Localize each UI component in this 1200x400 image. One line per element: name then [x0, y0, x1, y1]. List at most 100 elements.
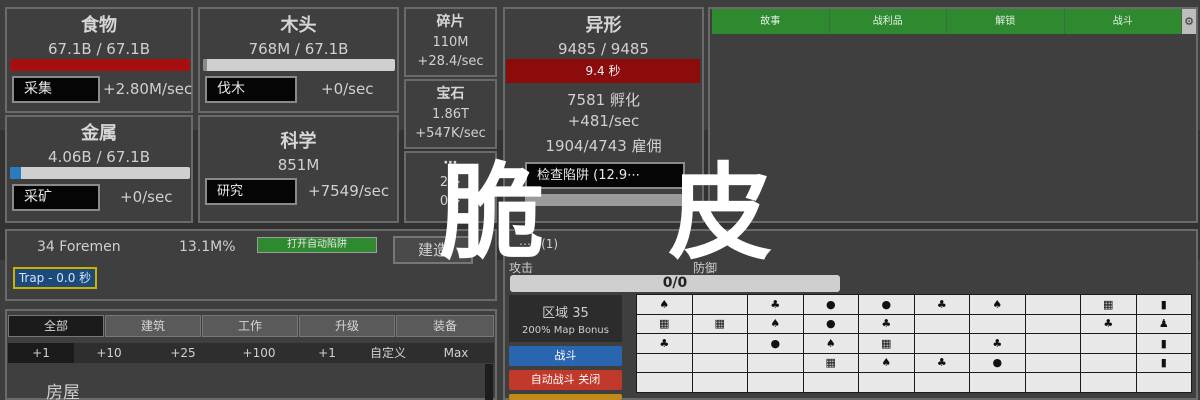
map-cell[interactable]: ♠: [969, 294, 1026, 315]
qty-custom[interactable]: 自定义: [355, 343, 421, 363]
map-cell[interactable]: [913, 372, 970, 393]
map-cell[interactable]: ♠: [747, 313, 804, 334]
map-cell[interactable]: [691, 294, 748, 315]
map-cell[interactable]: ♣: [636, 333, 693, 354]
map-cell[interactable]: [1024, 372, 1081, 393]
qty-plus10[interactable]: +10: [76, 343, 142, 363]
map-cell[interactable]: [802, 372, 859, 393]
map-cell[interactable]: ♣: [1080, 313, 1137, 334]
map-cell[interactable]: ●: [969, 352, 1026, 373]
build-tab-equipment[interactable]: 装备: [396, 315, 494, 337]
map-cell[interactable]: [691, 333, 748, 354]
metal-title: 金属: [81, 123, 117, 144]
map-cell[interactable]: [747, 372, 804, 393]
map-cell[interactable]: [1024, 313, 1081, 334]
chop-wood-button[interactable]: 伐木: [205, 76, 297, 103]
map-cell[interactable]: [1080, 372, 1137, 393]
build-tab-all[interactable]: 全部: [8, 315, 104, 337]
zone-name: 区域 35: [542, 306, 589, 321]
gather-food-button[interactable]: 采集: [12, 76, 100, 103]
research-button[interactable]: 研究: [205, 178, 297, 205]
metal-bar-fill: [10, 167, 21, 179]
map-cell[interactable]: ▦: [691, 313, 748, 334]
metal-panel: 金属 4.06B / 67.1B 采矿 +0/sec: [5, 115, 193, 223]
tab-unlocks[interactable]: 解锁: [947, 9, 1065, 34]
wood-bar: [203, 59, 395, 71]
next-zone-button[interactable]: [509, 394, 622, 400]
map-cell[interactable]: ▦: [636, 313, 693, 334]
map-cell[interactable]: ●: [802, 313, 859, 334]
map-cell[interactable]: ▮: [1135, 294, 1192, 315]
map-cell[interactable]: [636, 372, 693, 393]
map-cell[interactable]: [858, 372, 915, 393]
aliens-title: 异形: [585, 15, 622, 36]
tab-story[interactable]: 故事: [712, 9, 830, 34]
map-cell[interactable]: ▮: [1135, 352, 1192, 373]
mine-metal-button[interactable]: 采矿: [12, 184, 100, 211]
food-bar: [10, 59, 190, 71]
map-cell[interactable]: ▮: [1135, 333, 1192, 354]
map-cell[interactable]: [1080, 333, 1137, 354]
science-rate: +7549/sec: [308, 182, 390, 200]
map-cell[interactable]: ♠: [858, 352, 915, 373]
map-cell[interactable]: ▦: [802, 352, 859, 373]
map-cell[interactable]: [913, 333, 970, 354]
map-grid-row: ♠ ♣ ● ● ♣ ♠ ▦ ▮: [636, 294, 1192, 315]
map-cell[interactable]: ♟: [1135, 313, 1192, 334]
map-cell[interactable]: [913, 313, 970, 334]
map-cell[interactable]: [969, 372, 1026, 393]
science-panel: 科学 851M 研究 +7549/sec: [198, 115, 399, 223]
qty-plus100[interactable]: +100: [226, 343, 292, 363]
breed-timer-bar: 9.4 秒: [506, 59, 700, 83]
map-cell[interactable]: [1135, 372, 1192, 393]
map-cell[interactable]: ●: [747, 333, 804, 354]
tab-combat[interactable]: 战斗: [1064, 9, 1182, 34]
map-cell[interactable]: [691, 372, 748, 393]
map-cell[interactable]: ♠: [636, 294, 693, 315]
trap-timer-button[interactable]: Trap - 0.0 秒: [13, 267, 97, 289]
map-cell[interactable]: [636, 352, 693, 373]
map-grid-row: ▦ ♠ ♣ ● ▮: [636, 352, 1192, 373]
qty-max[interactable]: Max: [423, 343, 489, 363]
build-tab-upgrades[interactable]: 升级: [299, 315, 395, 337]
fight-button[interactable]: 战斗: [509, 346, 622, 366]
map-cell[interactable]: ♠: [802, 333, 859, 354]
map-cell[interactable]: [747, 352, 804, 373]
map-cell[interactable]: [691, 352, 748, 373]
map-cell[interactable]: ●: [858, 294, 915, 315]
map-cell[interactable]: ♣: [969, 333, 1026, 354]
map-cell[interactable]: ▦: [858, 333, 915, 354]
auto-fight-button[interactable]: 自动战斗 关闭: [509, 370, 622, 390]
buildings-scrollbar[interactable]: [485, 364, 493, 400]
science-title: 科学: [280, 131, 317, 152]
wood-amount: 768M / 67.1B: [248, 40, 349, 58]
food-title: 食物: [81, 15, 117, 36]
qty-plus1[interactable]: +1: [8, 343, 74, 363]
qty-plus1-alt[interactable]: +1: [294, 343, 360, 363]
build-tab-jobs[interactable]: 工作: [202, 315, 298, 337]
auto-trap-button[interactable]: 打开自动陷阱: [257, 237, 377, 253]
map-cell[interactable]: ♣: [913, 352, 970, 373]
map-cell[interactable]: ♣: [913, 294, 970, 315]
map-cell[interactable]: [969, 313, 1026, 334]
build-tab-buildings[interactable]: 建筑: [105, 315, 201, 337]
map-cell[interactable]: ♣: [858, 313, 915, 334]
food-amount: 67.1B / 67.1B: [48, 40, 150, 58]
aliens-breeding: 7581 孵化: [567, 91, 640, 109]
fragments-title: 碎片: [436, 14, 465, 30]
wood-title: 木头: [280, 15, 317, 36]
map-cell[interactable]: ▦: [1080, 294, 1137, 315]
map-cell[interactable]: [1024, 333, 1081, 354]
science-amount: 851M: [277, 156, 320, 174]
map-cell[interactable]: ♣: [747, 294, 804, 315]
foremen-panel: 34 Foremen 13.1M% 打开自动陷阱 建造 Trap - 0.0 秒: [5, 229, 497, 301]
map-cell[interactable]: ●: [802, 294, 859, 315]
map-cell[interactable]: [1024, 352, 1081, 373]
map-cell[interactable]: [1080, 352, 1137, 373]
gear-icon[interactable]: ⚙: [1182, 9, 1196, 34]
map-cell[interactable]: [1024, 294, 1081, 315]
metal-bar: [10, 167, 190, 179]
wood-panel: 木头 768M / 67.1B 伐木 +0/sec: [198, 7, 399, 113]
tab-loot[interactable]: 战利品: [829, 9, 947, 34]
qty-plus25[interactable]: +25: [150, 343, 216, 363]
